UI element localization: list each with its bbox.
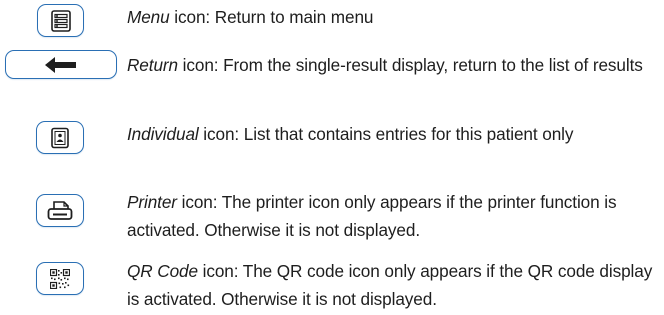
individual-icon	[51, 127, 69, 148]
menu-description: Menu icon: Return to main menu	[127, 3, 662, 31]
menu-icon-button[interactable]	[37, 4, 84, 37]
printer-term: Printer	[127, 192, 177, 212]
return-arrow-icon	[45, 56, 76, 73]
qr-code-description: QR Code icon: The QR code icon only appe…	[127, 257, 662, 313]
qr-code-text: icon: The QR code icon only appears if t…	[127, 261, 653, 309]
individual-term: Individual	[127, 124, 199, 144]
qr-code-icon-button[interactable]	[36, 262, 84, 295]
return-term: Return	[127, 55, 178, 75]
menu-term: Menu	[127, 7, 170, 27]
individual-description: Individual icon: List that contains entr…	[127, 120, 662, 148]
individual-icon-button[interactable]	[36, 121, 84, 154]
return-icon-button[interactable]	[5, 50, 117, 79]
printer-description: Printer icon: The printer icon only appe…	[127, 188, 662, 244]
menu-text: icon: Return to main menu	[169, 7, 374, 27]
printer-text: icon: The printer icon only appears if t…	[127, 192, 617, 240]
printer-icon	[47, 200, 73, 220]
printer-icon-button[interactable]	[36, 194, 84, 227]
menu-icon	[50, 9, 71, 32]
qr-code-icon	[50, 268, 70, 289]
return-description: Return icon: From the single-result disp…	[127, 51, 662, 79]
return-text: icon: From the single-result display, re…	[178, 55, 643, 75]
qr-code-term: QR Code	[127, 261, 198, 281]
individual-text: icon: List that contains entries for thi…	[198, 124, 574, 144]
